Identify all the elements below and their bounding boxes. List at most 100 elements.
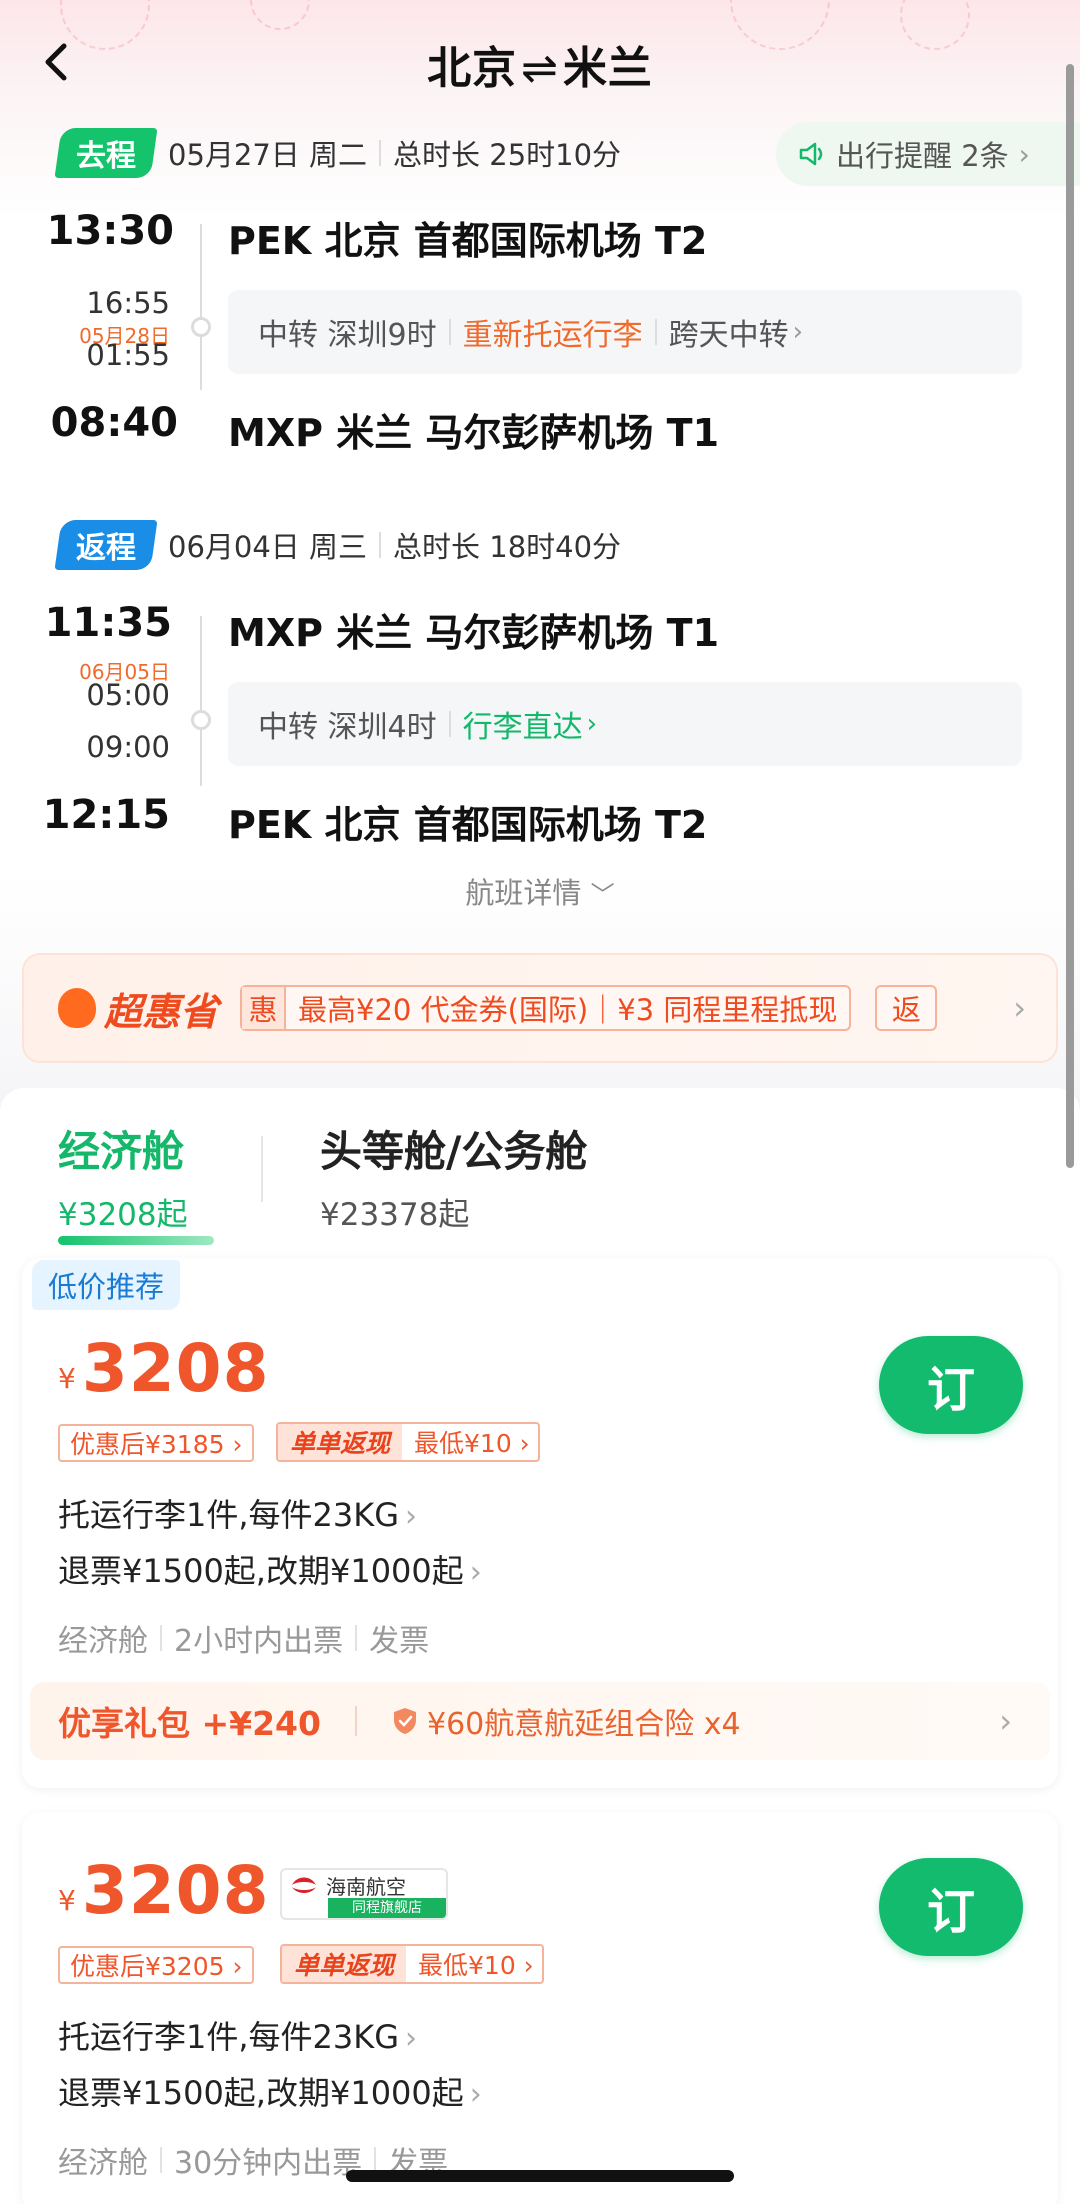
divider (654, 319, 657, 345)
outbound-dep-airport: PEK 北京 首都国际机场 T2 (228, 219, 708, 263)
timeline-dot (191, 317, 211, 337)
cashback-chip[interactable]: 单单返现 最低¥10 › (280, 1944, 544, 1984)
flight-detail-toggle[interactable]: 航班详情 ﹀ (0, 870, 1080, 912)
flight-detail-label: 航班详情 (465, 876, 582, 910)
inbound-header: 返程 06月04日 周三 总时长 18时40分 (54, 518, 621, 572)
cashback-tag: 单单返现 (278, 1424, 403, 1460)
transfer-arrival-time: 05:00 (86, 678, 170, 712)
outbound-date: 05月27日 周二 (168, 138, 368, 172)
outbound-tag: 去程 (54, 128, 158, 178)
inbound-info: 06月04日 周三 总时长 18时40分 (168, 524, 621, 566)
timeline-dot (191, 710, 211, 730)
chevron-right-icon: › (1013, 989, 1026, 1027)
transfer-departure-time: 09:00 (86, 730, 170, 764)
title-origin: 北京 (427, 43, 518, 94)
speaker-icon (799, 142, 823, 166)
timeline-line (200, 224, 202, 390)
baggage-rule[interactable]: 托运行李1件,每件23KG › (58, 1490, 417, 1536)
gift-desc: ¥60航意航延组合险 x4 (427, 1707, 741, 1742)
chevron-right-icon: › (586, 709, 598, 739)
overnight-transfer-note: 跨天中转 (668, 318, 789, 353)
outbound-duration: 总时长 25时10分 (393, 138, 622, 172)
divider (355, 1706, 357, 1736)
outbound-header: 去程 05月27日 周二 总时长 25时10分 (54, 126, 621, 180)
inbound-arr-time: 12:15 (42, 792, 170, 838)
transfer-arrival-time: 16:55 (86, 286, 170, 320)
divider (448, 711, 451, 737)
book-button[interactable]: 订 (879, 1858, 1023, 1956)
divider (379, 532, 382, 558)
tab-label: 经济舱 (58, 1127, 185, 1176)
discount-price-chip[interactable]: 优惠后¥3205 › (58, 1946, 255, 1984)
promo-logo: 超惠省 (58, 981, 218, 1036)
home-indicator[interactable] (346, 2170, 734, 2182)
recheck-baggage-note: 重新托运行李 (462, 318, 643, 353)
transfer-city: 中转 深圳4时 (258, 710, 437, 745)
divider (379, 140, 382, 166)
inbound-transfer-info[interactable]: 中转 深圳4时 行李直达 › (228, 682, 1022, 766)
baggage-rule[interactable]: 托运行李1件,每件23KG › (58, 2012, 417, 2058)
promo-banner[interactable]: 超惠省 惠 最高¥20 代金券(国际)｜¥3 同程里程抵现 返 › (22, 953, 1058, 1063)
outbound-info: 05月27日 周二 总时长 25时10分 (168, 132, 621, 174)
refund-rule[interactable]: 退票¥1500起,改期¥1000起 › (58, 2068, 482, 2114)
divider (261, 1136, 263, 1202)
airline-logo-icon (282, 1870, 326, 1900)
chevron-right-icon: › (469, 1555, 482, 1590)
scrollbar[interactable] (1066, 64, 1074, 1168)
tab-price: ¥3208起 (58, 1197, 188, 1233)
cashback-text: 最低¥10 › (418, 1951, 534, 1980)
chevron-right-icon: › (999, 1702, 1012, 1740)
active-tab-indicator (58, 1236, 214, 1245)
gift-title: 优享礼包 +¥240 (58, 1704, 321, 1743)
inbound-dep-airport: MXP 米兰 马尔彭萨机场 T1 (228, 611, 720, 655)
nav-header: 北京⇌米兰 (0, 20, 1080, 104)
recommend-badge: 低价推荐 (32, 1260, 181, 1310)
fare-price: ¥3208 (58, 1330, 270, 1407)
fare-price: ¥3208 (58, 1852, 270, 1929)
fare-meta: 经济舱 2小时内出票 发票 (58, 1624, 430, 1659)
inbound-duration: 总时长 18时40分 (393, 530, 622, 564)
outbound-arr-airport: MXP 米兰 马尔彭萨机场 T1 (228, 411, 720, 455)
inbound-tag: 返程 (54, 520, 158, 570)
tab-economy[interactable]: 经济舱 ¥3208起 (58, 1118, 188, 1234)
tab-price: ¥23378起 (320, 1197, 470, 1233)
round-trip-icon: ⇌ (521, 43, 559, 94)
chevron-down-icon: ﹀ (590, 881, 615, 909)
airline-name: 海南航空 (326, 1874, 406, 1899)
shield-icon (394, 1708, 416, 1734)
title-destination: 米兰 (562, 43, 653, 94)
tab-label: 头等舱/公务舱 (320, 1127, 588, 1176)
baggage-through-note: 行李直达 (462, 710, 583, 745)
outbound-dep-time: 13:30 (46, 208, 174, 254)
outbound-arr-time: 08:40 (50, 400, 178, 446)
inbound-date: 06月04日 周三 (168, 530, 368, 564)
chevron-right-icon: › (405, 1499, 418, 1534)
travel-reminder-button[interactable]: 出行提醒 2条 › (776, 122, 1080, 186)
transfer-departure-time: 01:55 (86, 338, 170, 372)
page: 北京⇌米兰 去程 05月27日 周二 总时长 25时10分 出行提醒 2条 › … (0, 0, 1080, 2204)
inbound-dep-time: 11:35 (44, 600, 172, 646)
discount-price-chip[interactable]: 优惠后¥3185 › (58, 1424, 255, 1462)
promo-text: 最高¥20 代金券(国际)｜¥3 同程里程抵现 (298, 993, 838, 1027)
cashback-chip: 返 (875, 985, 938, 1031)
timeline-line (200, 616, 202, 786)
chevron-right-icon: › (792, 317, 804, 347)
page-title: 北京⇌米兰 (0, 32, 1080, 96)
book-button[interactable]: 订 (879, 1336, 1023, 1434)
chevron-right-icon: › (405, 2021, 418, 2056)
money-bag-icon (58, 988, 96, 1028)
cashback-text: 最低¥10 › (414, 1429, 530, 1458)
promo-coupon: 惠 最高¥20 代金券(国际)｜¥3 同程里程抵现 (240, 985, 852, 1031)
cashback-tag: 单单返现 (282, 1946, 407, 1982)
divider (448, 319, 451, 345)
outbound-transfer-info[interactable]: 中转 深圳9时 重新托运行李 跨天中转 › (228, 290, 1022, 374)
cashback-chip[interactable]: 单单返现 最低¥10 › (276, 1422, 540, 1462)
chevron-right-icon: › (1018, 137, 1030, 171)
transfer-city: 中转 深圳9时 (258, 318, 437, 353)
gift-package[interactable]: 优享礼包 +¥240 ¥60航意航延组合险 x4 › (30, 1682, 1050, 1760)
refund-rule[interactable]: 退票¥1500起,改期¥1000起 › (58, 1546, 482, 1592)
airline-badge: 海南航空 同程旗舰店 (280, 1868, 448, 1920)
chevron-right-icon: › (469, 2077, 482, 2112)
tab-first-business[interactable]: 头等舱/公务舱 ¥23378起 (320, 1118, 587, 1234)
discount-icon: 惠 (242, 987, 287, 1029)
